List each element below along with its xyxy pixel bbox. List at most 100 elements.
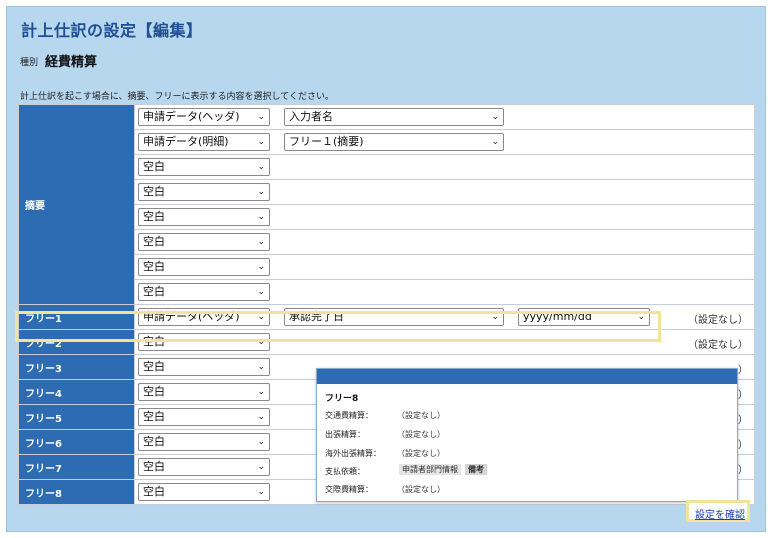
setting-status: （設定なし） (688, 340, 748, 351)
confirm-settings-highlight: 設定を確認 (686, 500, 750, 522)
setting-status: ） (738, 365, 748, 376)
popup-row-value: （設定なし） (397, 449, 445, 458)
select-value: 空白 (143, 335, 165, 348)
select-value: 申請データ(明細) (143, 135, 229, 148)
chevron-down-icon: ⌄ (257, 262, 265, 272)
popup-row-label: 支払依頼： (325, 467, 365, 476)
free-source-select[interactable]: 空白 ⌄ (138, 483, 270, 501)
summary-source-select[interactable]: 申請データ(ヘッダ) ⌄ (138, 108, 270, 126)
chevron-down-icon: ⌄ (491, 312, 499, 322)
select-value: 空白 (143, 360, 165, 373)
chevron-down-icon: ⌄ (257, 362, 265, 372)
chevron-down-icon: ⌄ (257, 337, 265, 347)
popup-row-value: （設定なし） (397, 430, 445, 439)
free-row-label: フリー8 (18, 479, 135, 505)
select-value: 空白 (143, 410, 165, 423)
select-value: 承認完了日 (289, 310, 344, 323)
free-row-1: フリー1 申請データ(ヘッダ) ⌄ 承認完了日 ⌄ yyyy/mm/dd ⌄ （設定な… (18, 304, 755, 330)
free-source-select[interactable]: 空白 ⌄ (138, 433, 270, 451)
setting-status: ） (738, 465, 748, 476)
select-value: 空白 (143, 260, 165, 273)
summary-field-select[interactable]: フリー１(摘要) ⌄ (284, 133, 504, 151)
popup-row-label: 出張精算： (325, 430, 365, 439)
chevron-down-icon: ⌄ (257, 237, 265, 247)
select-value: 空白 (143, 385, 165, 398)
free-source-select[interactable]: 空白 ⌄ (138, 458, 270, 476)
free-row-label: フリー3 (18, 354, 135, 380)
chevron-down-icon: ⌄ (257, 412, 265, 422)
select-value: 空白 (143, 435, 165, 448)
popup-tag: 備考 (465, 464, 487, 475)
free-row-label: フリー7 (18, 454, 135, 480)
chevron-down-icon: ⌄ (257, 112, 265, 122)
popup-row-value: （設定なし） (397, 485, 445, 494)
setting-status: ） (738, 440, 748, 451)
free-source-select[interactable]: 空白 ⌄ (138, 383, 270, 401)
summary-source-select[interactable]: 申請データ(明細) ⌄ (138, 133, 270, 151)
free-source-select[interactable]: 空白 ⌄ (138, 358, 270, 376)
free-row-label: フリー4 (18, 379, 135, 405)
select-value: 空白 (143, 485, 165, 498)
free-field-select[interactable]: 承認完了日 ⌄ (284, 308, 504, 326)
setting-status: （設定なし） (688, 315, 748, 326)
chevron-down-icon: ⌄ (257, 287, 265, 297)
free-source-select[interactable]: 空白 ⌄ (138, 408, 270, 426)
summary-source-select[interactable]: 空白 ⌄ (138, 283, 270, 301)
category-label: 種別 (20, 58, 39, 68)
free-row-2: フリー2 空白 ⌄ （設定なし） (18, 329, 755, 355)
chevron-down-icon: ⌄ (491, 112, 499, 122)
free-row-label: フリー1 (18, 304, 135, 330)
free-row-label: フリー5 (18, 404, 135, 430)
free-source-select[interactable]: 申請データ(ヘッダ) ⌄ (138, 308, 270, 326)
chevron-down-icon: ⌄ (257, 312, 265, 322)
setting-status: ） (738, 390, 748, 401)
select-value: 空白 (143, 235, 165, 248)
select-value: yyyy/mm/dd (523, 310, 592, 323)
popup-tag: 申請者部門情報 (399, 464, 461, 475)
chevron-down-icon: ⌄ (257, 212, 265, 222)
popup-row-label: 海外出張精算： (325, 449, 381, 458)
instruction-text: 計上仕訳を起こす場合に、摘要、フリーに表示する内容を選択してください。 (20, 92, 335, 102)
free-row-label: フリー2 (18, 329, 135, 355)
popup-row-value-group: 申請者部門情報 備考 (397, 464, 487, 475)
chevron-down-icon: ⌄ (491, 137, 499, 147)
chevron-down-icon: ⌄ (257, 162, 265, 172)
popup-title: フリー8 (325, 394, 359, 404)
select-value: 入力者名 (289, 110, 333, 123)
settings-preview-popup: フリー8 交通費精算： （設定なし） 出張精算： （設定なし） 海外出張精算： … (316, 368, 738, 502)
setting-status: ） (738, 415, 748, 426)
summary-header: 摘要 (18, 104, 135, 305)
select-value: 空白 (143, 210, 165, 223)
summary-row: 摘要 申請データ(ヘッダ) ⌄ 入力者名 ⌄ (18, 104, 755, 305)
summary-field-select[interactable]: 入力者名 ⌄ (284, 108, 504, 126)
chevron-down-icon: ⌄ (257, 137, 265, 147)
free-row-label: フリー6 (18, 429, 135, 455)
chevron-down-icon: ⌄ (257, 462, 265, 472)
date-format-select[interactable]: yyyy/mm/dd ⌄ (518, 308, 650, 326)
select-value: 申請データ(ヘッダ) (143, 310, 240, 323)
chevron-down-icon: ⌄ (257, 487, 265, 497)
summary-source-select[interactable]: 空白 ⌄ (138, 208, 270, 226)
select-value: フリー１(摘要) (289, 135, 364, 148)
free-source-select[interactable]: 空白 ⌄ (138, 333, 270, 351)
select-value: 空白 (143, 185, 165, 198)
popup-row-value: （設定なし） (397, 411, 445, 420)
chevron-down-icon: ⌄ (257, 437, 265, 447)
summary-source-select[interactable]: 空白 ⌄ (138, 158, 270, 176)
chevron-down-icon: ⌄ (257, 387, 265, 397)
confirm-settings-link[interactable]: 設定を確認 (695, 506, 745, 521)
popup-title-bar (317, 369, 737, 384)
summary-source-select[interactable]: 空白 ⌄ (138, 258, 270, 276)
chevron-down-icon: ⌄ (257, 187, 265, 197)
category-value: 経費精算 (45, 55, 98, 70)
summary-source-select[interactable]: 空白 ⌄ (138, 183, 270, 201)
select-value: 空白 (143, 160, 165, 173)
page-title: 計上仕訳の設定【編集】 (21, 21, 203, 40)
chevron-down-icon: ⌄ (637, 312, 645, 322)
select-value: 空白 (143, 285, 165, 298)
select-value: 空白 (143, 460, 165, 473)
popup-row-label: 交通費精算： (325, 411, 373, 420)
select-value: 申請データ(ヘッダ) (143, 110, 240, 123)
popup-row-label: 交際費精算： (325, 485, 373, 494)
summary-source-select[interactable]: 空白 ⌄ (138, 233, 270, 251)
